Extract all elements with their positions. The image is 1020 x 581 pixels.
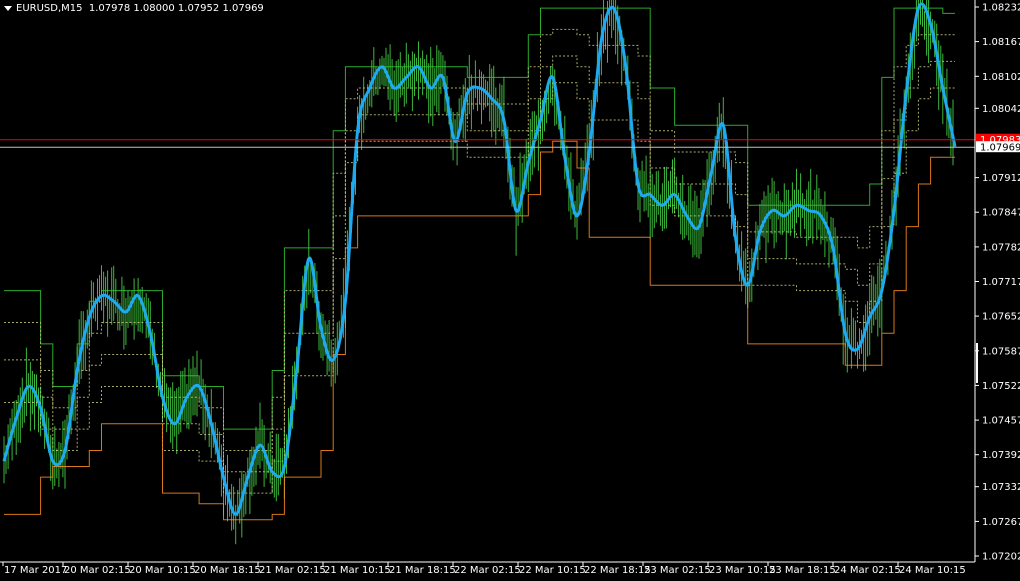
x-tick-label: 22 Mar 18:15: [584, 565, 651, 576]
series-inner-lower: [4, 82, 955, 494]
x-tick-label: 23 Mar 18:15: [769, 565, 836, 576]
y-tick-label: 1.07652: [982, 312, 1020, 323]
y-tick-label: 1.07267: [982, 517, 1020, 528]
x-tick-label: 21 Mar 10:15: [324, 565, 391, 576]
y-tick-label: 1.07457: [982, 416, 1020, 427]
y-tick-label: 1.07847: [982, 208, 1020, 219]
x-tick-label: 21 Mar 18:15: [389, 565, 456, 576]
chart: EURUSD,M15 1.07978 1.08000 1.07952 1.079…: [0, 0, 1020, 581]
x-tick-label: 20 Mar 18:15: [194, 565, 261, 576]
x-tick-label: 20 Mar 10:15: [129, 565, 196, 576]
candles-layer: [3, 0, 954, 545]
current-price-label: 1.07969: [980, 143, 1020, 154]
scroll-marker: [976, 343, 978, 383]
x-tick-label: 22 Mar 10:15: [519, 565, 586, 576]
y-tick-label: 1.07782: [982, 242, 1020, 253]
y-tick-label: 1.07912: [982, 173, 1020, 184]
y-tick-label: 1.07587: [982, 346, 1020, 357]
series-inner-mid: [4, 55, 955, 473]
x-tick-label: 24 Mar 10:15: [899, 565, 966, 576]
x-tick-label: 22 Mar 02:15: [454, 565, 521, 576]
price-lines-layer: [0, 139, 975, 148]
x-tick-label: 24 Mar 02:15: [834, 565, 901, 576]
x-tick-label: 17 Mar 2017: [4, 565, 67, 576]
x-tick-label: 23 Mar 02:15: [644, 565, 711, 576]
y-tick-label: 1.08042: [982, 104, 1020, 115]
y-tick-label: 1.07332: [982, 482, 1020, 493]
y-tick-label: 1.07202: [982, 552, 1020, 563]
y-tick-label: 1.08167: [982, 37, 1020, 48]
x-tick-label: 20 Mar 02:15: [64, 565, 131, 576]
y-tick-label: 1.07717: [982, 277, 1020, 288]
x-tick-label: 23 Mar 10:15: [709, 565, 776, 576]
y-tick-label: 1.07522: [982, 381, 1020, 392]
plot-svg[interactable]: 1.08232 1.08167 1.08102 1.08042 1.07912 1.078…: [0, 0, 1020, 581]
axes-layer: 1.08232 1.08167 1.08102 1.08042 1.07912 1.078…: [0, 0, 1020, 576]
y-tick-label: 1.08232: [982, 3, 1020, 14]
y-tick-label: 1.07392: [982, 450, 1020, 461]
x-tick-label: 21 Mar 02:15: [259, 565, 326, 576]
y-tick-label: 1.08102: [982, 72, 1020, 83]
